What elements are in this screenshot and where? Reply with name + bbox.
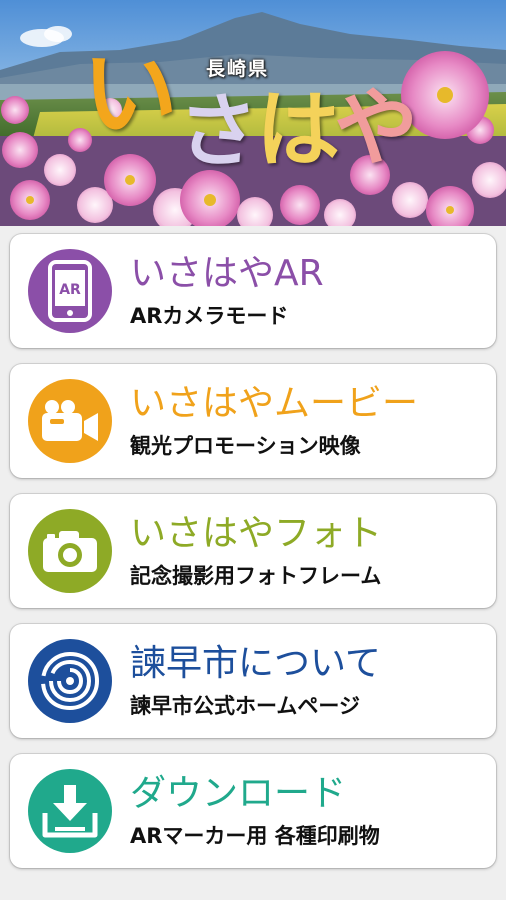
menu-subtitle-city: 諫早市公式ホームページ: [130, 694, 360, 718]
menu-item-photo[interactable]: いさはやフォト 記念撮影用フォトフレーム: [10, 494, 496, 608]
menu-item-movie[interactable]: いさはやムービー 観光プロモーション映像: [10, 364, 496, 478]
video-camera-icon: [28, 379, 112, 463]
menu-title-ar: いさはやAR: [130, 253, 324, 294]
main-menu: AR いさはやAR ARカメラモード いさはやムービー 観光プロモーション映像: [10, 234, 496, 884]
menu-subtitle-ar: ARカメラモード: [130, 304, 289, 328]
menu-title-city: 諫早市について: [130, 643, 381, 684]
camera-icon: [28, 509, 112, 593]
menu-item-ar[interactable]: AR いさはやAR ARカメラモード: [10, 234, 496, 348]
menu-item-download[interactable]: ダウンロード ARマーカー用 各種印刷物: [10, 754, 496, 868]
menu-item-city[interactable]: 諫早市について 諫早市公式ホームページ: [10, 624, 496, 738]
menu-title-photo: いさはやフォト: [130, 513, 383, 554]
menu-subtitle-photo: 記念撮影用フォトフレーム: [130, 564, 382, 588]
header-banner: 長崎県 い さ は や: [0, 0, 506, 226]
landscape-illustration: [0, 0, 506, 226]
menu-subtitle-download: ARマーカー用 各種印刷物: [130, 824, 380, 848]
ar-icon-text: AR: [59, 282, 81, 298]
ar-phone-icon: AR: [28, 249, 112, 333]
app-screen: 長崎県 い さ は や AR いさはやAR ARカメラモード いさはやムービー …: [0, 0, 506, 900]
city-emblem-icon: [28, 639, 112, 723]
menu-title-movie: いさはやムービー: [130, 383, 419, 424]
menu-title-download: ダウンロード: [130, 773, 347, 814]
menu-subtitle-movie: 観光プロモーション映像: [130, 434, 361, 458]
download-icon: [28, 769, 112, 853]
